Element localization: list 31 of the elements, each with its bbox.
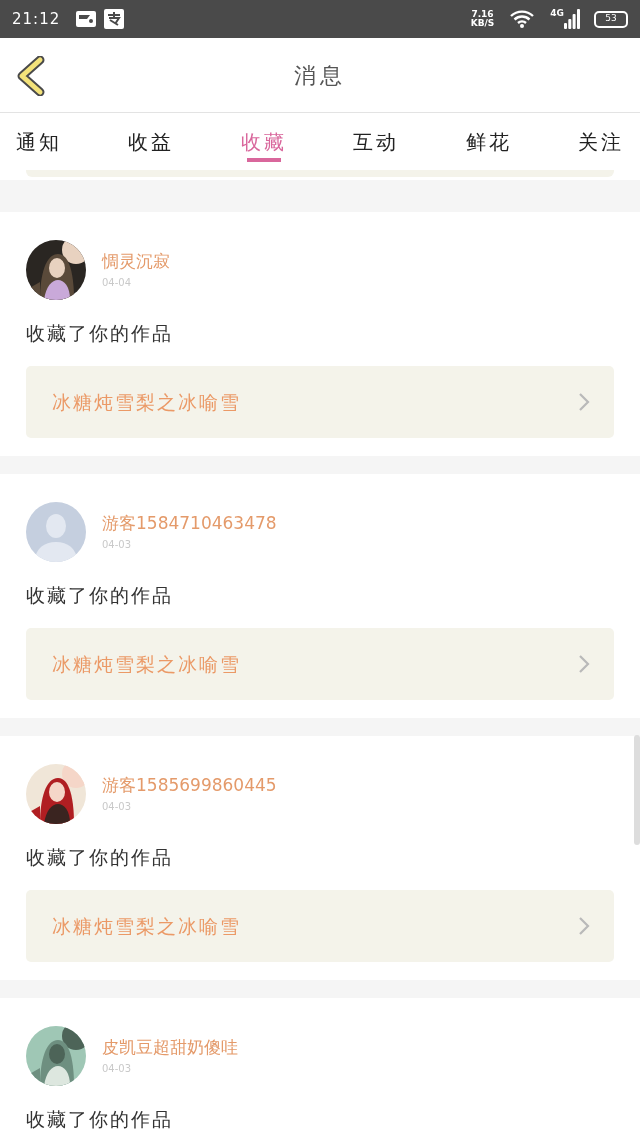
chevron-right-icon	[578, 392, 590, 412]
clock: 21:12	[12, 8, 61, 30]
page-title: 消息	[294, 61, 346, 90]
work-link[interactable]: 冰糖炖雪梨之冰喻雪	[26, 366, 614, 438]
chevron-right-icon	[578, 654, 590, 674]
user-name[interactable]: 惆灵沉寂	[102, 250, 170, 271]
battery-indicator: 53	[594, 10, 628, 28]
tab[interactable]: 收藏	[234, 113, 293, 170]
activity-text: 收藏了你的作品	[26, 1107, 174, 1131]
user-name[interactable]: 游客1585699860445	[102, 774, 277, 795]
tab[interactable]: 关注	[571, 113, 630, 170]
activity-text: 收藏了你的作品	[26, 321, 174, 345]
network-speed: 7.16 KB/S	[470, 10, 495, 28]
payment-app-icon	[104, 9, 125, 29]
chevron-right-icon	[578, 916, 590, 936]
user-name[interactable]: 皮凯豆超甜奶傻哇	[102, 1036, 238, 1057]
tab[interactable]: 鲜花	[459, 113, 518, 170]
activity-text: 收藏了你的作品	[26, 845, 174, 869]
work-link[interactable]: 冰糖炖雪梨之冰喻雪	[26, 890, 614, 962]
avatar-icon	[26, 502, 86, 562]
back-icon[interactable]	[16, 56, 46, 96]
gallery-icon	[76, 11, 97, 27]
wifi-icon	[510, 10, 535, 28]
network-type: 4G	[550, 9, 564, 18]
tab[interactable]: 通知	[10, 113, 68, 170]
signal-icon	[564, 9, 580, 29]
user-name[interactable]: 游客1584710463478	[102, 512, 277, 533]
tab[interactable]: 收益	[122, 113, 181, 170]
work-link[interactable]: 冰糖炖雪梨之冰喻雪	[26, 628, 614, 700]
activity-text: 收藏了你的作品	[26, 583, 174, 607]
tab[interactable]: 互动	[347, 113, 406, 170]
